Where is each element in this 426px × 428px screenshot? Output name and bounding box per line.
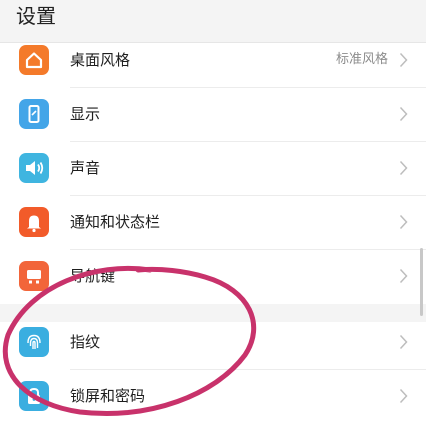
settings-item-display[interactable]: 显示 <box>0 88 426 142</box>
settings-item-sound[interactable]: 声音 <box>0 142 426 196</box>
settings-item-theme[interactable]: 桌面风格 标准风格 <box>0 34 426 88</box>
settings-item-navigation[interactable]: 导航键 <box>0 250 426 304</box>
speaker-icon <box>19 153 49 183</box>
chevron-right-icon <box>399 160 408 176</box>
settings-item-label: 锁屏和密码 <box>70 387 146 405</box>
settings-item-label: 桌面风格 <box>70 51 131 69</box>
settings-item-label: 通知和状态栏 <box>70 213 161 231</box>
settings-item-fingerprint[interactable]: 指纹 <box>0 316 426 370</box>
settings-item-label: 显示 <box>70 105 101 123</box>
settings-item-lockscreen[interactable]: 锁屏和密码 <box>0 370 426 424</box>
settings-item-value: 标准风格 <box>335 52 388 67</box>
chevron-right-icon <box>399 388 408 404</box>
chevron-right-icon <box>399 334 408 350</box>
settings-item-notifications[interactable]: 通知和状态栏 <box>0 196 426 250</box>
chevron-right-icon <box>399 106 408 122</box>
home-icon <box>19 45 49 75</box>
navigation-key-icon <box>19 261 49 291</box>
settings-item-label: 导航键 <box>70 267 116 285</box>
chevron-right-icon <box>399 52 408 68</box>
fingerprint-icon <box>19 327 49 357</box>
bell-icon <box>19 207 49 237</box>
settings-item-label: 声音 <box>70 159 101 177</box>
chevron-right-icon <box>399 214 408 230</box>
scrollbar[interactable] <box>420 248 423 316</box>
lock-icon <box>19 381 49 411</box>
page-title: 设置 <box>16 4 56 28</box>
chevron-right-icon <box>399 268 408 284</box>
settings-item-label: 指纹 <box>70 333 101 351</box>
phone-display-icon <box>19 99 49 129</box>
